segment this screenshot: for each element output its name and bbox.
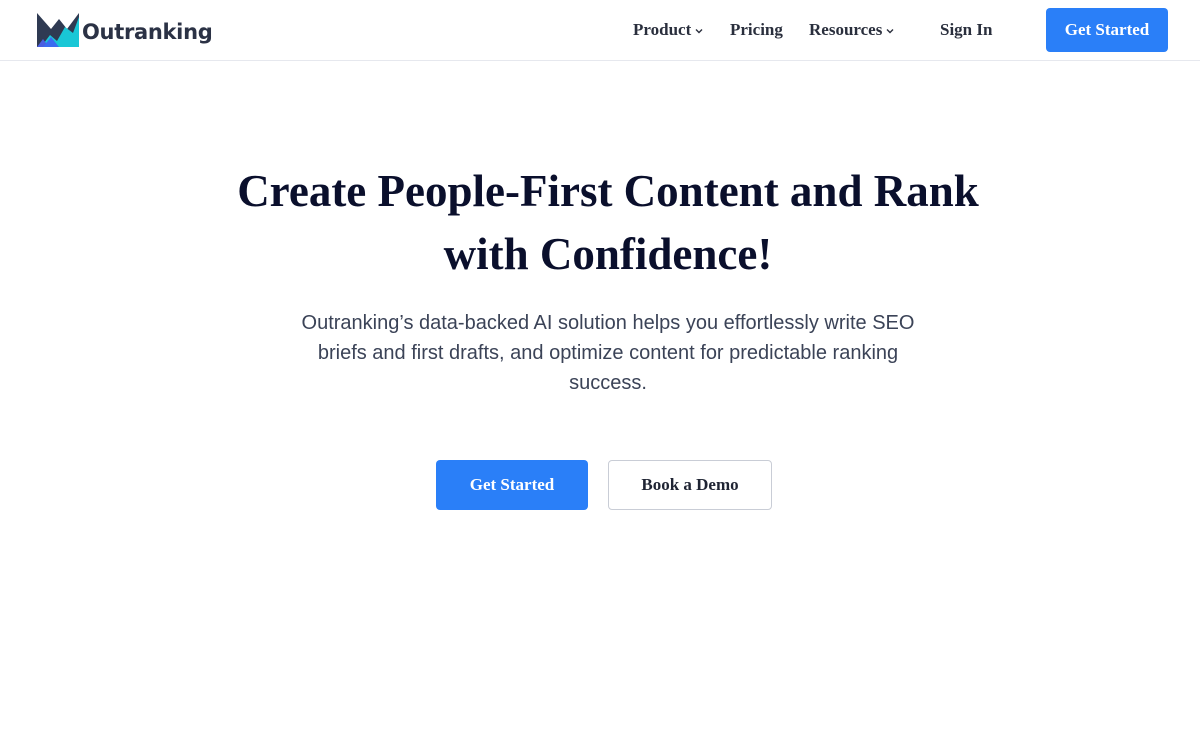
get-started-button[interactable]: Get Started bbox=[436, 460, 588, 510]
nav-item-label: Resources bbox=[809, 20, 883, 39]
nav-item-pricing[interactable]: Pricing bbox=[730, 19, 783, 41]
chevron-down-icon bbox=[695, 29, 703, 34]
brand-name: Outranking bbox=[82, 20, 213, 44]
book-demo-button[interactable]: Book a Demo bbox=[608, 460, 772, 510]
outranking-logo-icon bbox=[37, 13, 79, 47]
hero-title: Create People-First Content and Rank wit… bbox=[237, 166, 979, 279]
nav-item-resources[interactable]: Resources bbox=[809, 19, 894, 41]
get-started-nav-button[interactable]: Get Started bbox=[1046, 8, 1168, 52]
chevron-down-icon bbox=[886, 29, 894, 34]
hero-subtitle: Outranking’s data-backed AI solution hel… bbox=[301, 312, 915, 394]
nav-item-label: Product bbox=[633, 20, 692, 39]
nav-item-label: Pricing bbox=[730, 20, 783, 39]
brand-logo[interactable]: Outranking bbox=[37, 11, 213, 49]
sign-in-link[interactable]: Sign In bbox=[940, 19, 992, 41]
nav-item-product[interactable]: Product bbox=[633, 19, 703, 41]
top-navbar: Outranking Product Pricing Resources Sig… bbox=[0, 0, 1200, 61]
